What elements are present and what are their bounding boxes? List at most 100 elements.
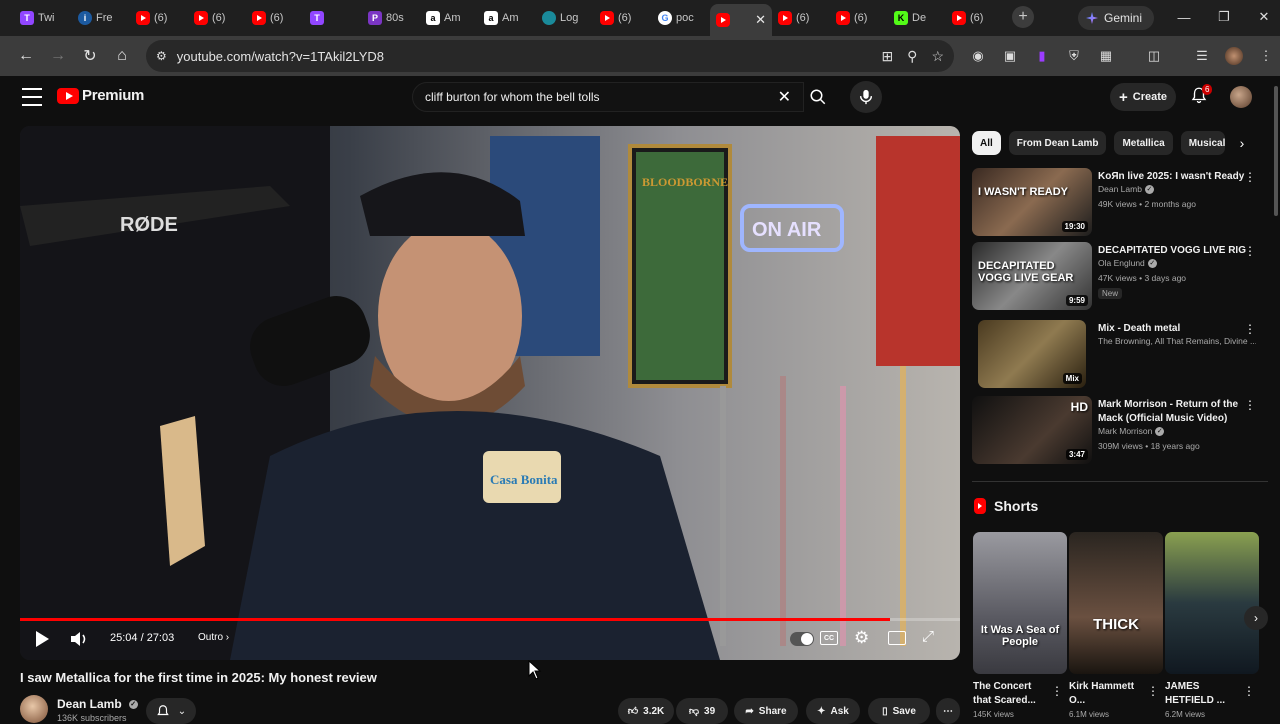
browser-tab[interactable]: (6) [946,4,1004,32]
short-thumbnail[interactable]: It Was A Sea of People [973,532,1067,674]
address-bar[interactable]: ⚙ youtube.com/watch?v=1TAkil2LYD8 ⊞ ⚲ ☆ [146,40,954,72]
new-tab-button[interactable]: + [1012,6,1034,28]
site-info-icon[interactable]: ⚙ [156,49,167,63]
filter-chip[interactable]: Metallica [1114,131,1173,155]
voice-search-button[interactable] [850,81,882,113]
browser-tab[interactable]: a Am [420,4,478,32]
browser-tab[interactable]: (6) [594,4,652,32]
profile-avatar[interactable] [1222,44,1246,68]
extension-glasses-icon[interactable]: ◉ [966,44,990,68]
back-button[interactable]: ← [10,40,42,72]
save-button[interactable]: ▯ Save [868,698,930,724]
video-thumbnail[interactable]: Mix [978,320,1086,388]
channel-name[interactable]: Dean Lamb ✓ [57,697,138,711]
video-progress-bar[interactable] [20,618,960,621]
page-scrollbar[interactable] [1274,86,1278,216]
more-actions-button[interactable]: ⋯ [936,698,960,724]
reading-list-icon[interactable]: ☰ [1190,44,1214,68]
search-button[interactable] [800,82,836,112]
autoplay-toggle[interactable] [790,632,814,646]
channel-avatar[interactable] [20,695,48,723]
browser-tab[interactable]: (6) [246,4,304,32]
chapter-label: Outro [198,632,224,643]
video-thumbnail[interactable]: DECAPITATED VOGG LIVE GEAR 9:59 [972,242,1092,310]
fullscreen-icon[interactable]: ⤢ [922,628,934,645]
browser-tab[interactable]: a Am [478,4,536,32]
ask-button[interactable]: ✦ Ask [806,698,860,724]
chips-next-icon[interactable]: › [1232,131,1252,155]
browser-tab[interactable]: (6) [188,4,246,32]
recommended-video[interactable]: Mix Mix - Death metal The Browning, All Th… [972,320,1268,390]
recommended-video[interactable]: I WASN'T READY 19:30 KoЯn live 2025: I was… [972,168,1268,238]
home-button[interactable]: ⌂ [106,40,138,72]
like-button[interactable]: 👍︎ 3.2K [618,698,674,724]
more-options-icon[interactable]: ⋮ [1244,244,1256,258]
minimize-window-button[interactable]: — [1164,0,1204,34]
forward-button[interactable]: → [42,40,74,72]
extension-ghost-icon[interactable]: ▣ [998,44,1022,68]
account-avatar[interactable] [1230,86,1252,108]
youtube-premium-logo[interactable]: Premium [57,87,144,104]
browser-tab[interactable]: T [304,4,362,32]
browser-tab[interactable]: Log [536,4,594,32]
short-thumbnail[interactable]: THICK [1069,532,1163,674]
subscription-bell-button[interactable]: ⌄ [146,698,196,724]
create-button[interactable]: + Create [1110,83,1176,111]
extensions-puzzle-icon[interactable]: ▦ [1094,44,1118,68]
sparkle-icon: ✦ [817,705,826,717]
shorts-next-button[interactable]: › [1244,606,1268,630]
recommended-video[interactable]: DECAPITATED VOGG LIVE GEAR 9:59 DECAPITATE… [972,242,1268,312]
browser-tab[interactable]: (6) [830,4,888,32]
subscriber-count: 136K subscribers [57,713,127,723]
video-player[interactable]: BLOODBORNE ON AIR Casa Bonita RØDE 25:04… [20,126,960,660]
gemini-button[interactable]: Gemini [1078,6,1154,30]
short-title[interactable]: Kirk Hammett O... [1069,680,1145,708]
settings-gear-icon[interactable]: ⚙ [854,628,869,648]
browser-tab[interactable]: Gpoc [652,4,710,32]
video-thumbnail[interactable]: HD 3:47 [972,396,1092,464]
recommended-video[interactable]: HD 3:47 Mark Morrison - Return of the Mack… [972,396,1268,466]
filter-chip[interactable]: Musical e [1180,131,1225,155]
install-app-icon[interactable]: ⊞ [881,48,893,65]
thumbnail-text: HD [1070,400,1088,414]
more-options-icon[interactable]: ⋮ [1147,684,1159,698]
more-options-icon[interactable]: ⋮ [1051,684,1063,698]
more-options-icon[interactable]: ⋮ [1244,170,1256,184]
split-view-icon[interactable]: ◫ [1142,44,1166,68]
dislike-button[interactable]: 👎︎ 39 [676,698,728,724]
reload-button[interactable]: ↻ [74,40,106,72]
filter-chip[interactable]: All [972,131,1001,155]
browser-tab[interactable]: i Fre [72,4,130,32]
more-options-icon[interactable]: ⋮ [1244,322,1256,336]
short-title[interactable]: JAMES HETFIELD ... [1165,680,1241,708]
search-input[interactable]: cliff burton for whom the bell tolls ✕ [412,82,804,112]
share-button[interactable]: ➦ Share [734,698,798,724]
clear-search-icon[interactable]: ✕ [778,87,791,107]
close-window-button[interactable]: ✕ [1244,0,1280,34]
video-thumbnail[interactable]: I WASN'T READY 19:30 [972,168,1092,236]
browser-menu-icon[interactable]: ⋮ [1254,44,1278,68]
browser-tab[interactable]: T Twi [14,4,72,32]
play-button[interactable] [34,630,50,648]
browser-tab-active[interactable]: ✕ [710,4,772,36]
extension-purple-icon[interactable]: ▮ [1030,44,1054,68]
short-title[interactable]: The Concert that Scared... [973,680,1049,708]
more-options-icon[interactable]: ⋮ [1244,398,1256,412]
captions-button[interactable]: CC [820,631,838,645]
browser-tab[interactable]: P 80s [362,4,420,32]
chapter-button[interactable]: Outro › [198,632,229,643]
miniplayer-button[interactable] [888,631,906,645]
bookmark-star-icon[interactable]: ☆ [931,48,944,65]
maximize-window-button[interactable]: ❐ [1204,0,1244,34]
browser-tab[interactable]: K De [888,4,946,32]
short-thumbnail[interactable] [1165,532,1259,674]
extension-shield-icon[interactable]: ⛨ [1062,44,1086,68]
browser-tab[interactable]: (6) [772,4,830,32]
menu-hamburger-icon[interactable] [22,88,42,106]
close-tab-icon[interactable]: ✕ [755,12,766,28]
volume-button[interactable] [70,630,90,648]
more-options-icon[interactable]: ⋮ [1243,684,1255,698]
zoom-icon[interactable]: ⚲ [907,48,917,65]
filter-chip[interactable]: From Dean Lamb [1008,131,1107,155]
browser-tab[interactable]: (6) [130,4,188,32]
